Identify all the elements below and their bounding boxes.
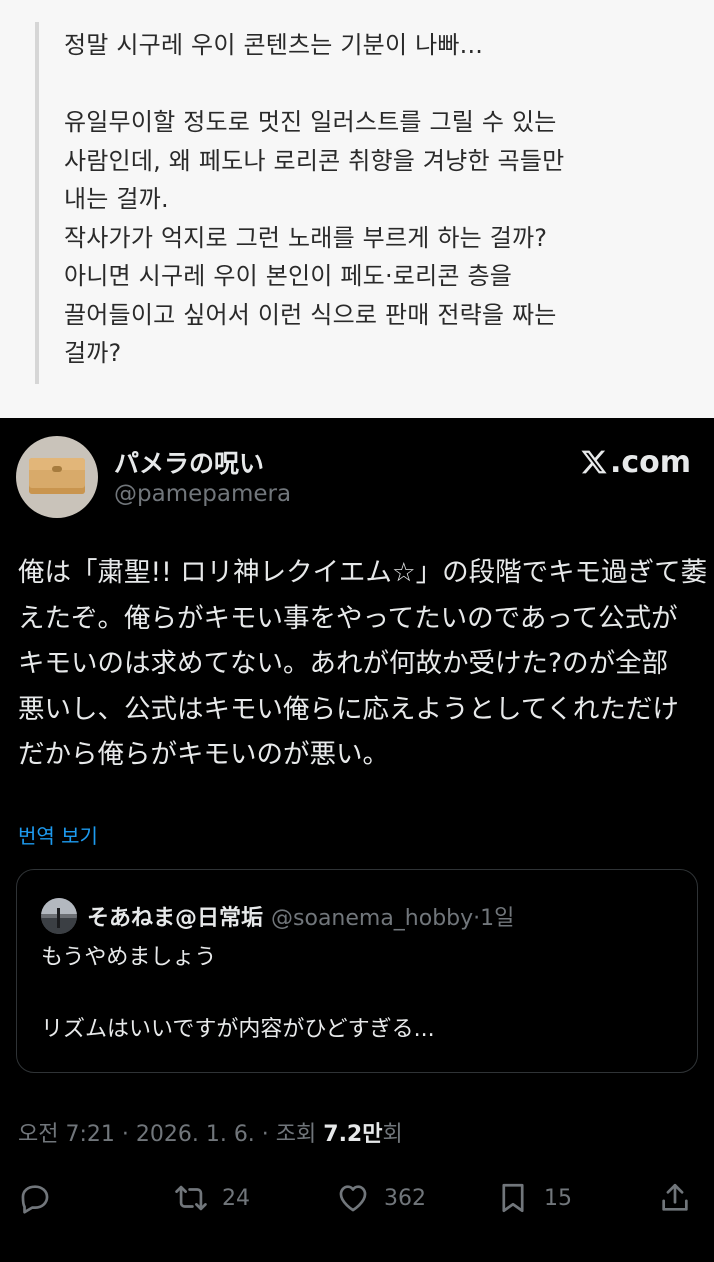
quoted-avatar-post [57, 908, 60, 928]
tweet-card: パメラの呪い @pamepamera .com 俺は「粛聖!! ロリ神レクイエム… [0, 418, 714, 1262]
quote-line: 아니면 시구레 우이 본인이 페도·로리콘 층을 [64, 262, 513, 290]
reply-icon [21, 1185, 49, 1214]
quoted-meta: @soanema_hobby·1일 [271, 906, 515, 931]
view-count: 7.2만 [323, 1122, 383, 1147]
retweet-button[interactable]: 24 [174, 1173, 250, 1223]
tweet-line: 悪いし、公式はキモい俺らに応えようとしてくれただけ [18, 693, 679, 725]
quoted-header: そあねま@日常垢 @soanema_hobby·1일 [87, 900, 514, 932]
x-logo-text: .com [610, 444, 692, 480]
bookmark-icon [502, 1183, 524, 1213]
translate-link[interactable]: 번역 보기 [18, 820, 98, 849]
user-handle[interactable]: @pamepamera [114, 481, 291, 507]
quote-line: 유일무이할 정도로 멋진 일러스트를 그릴 수 있는 [64, 108, 557, 136]
share-button[interactable] [658, 1173, 692, 1223]
quoted-line: リズムはいいですが内容がひどすぎる... [41, 1017, 435, 1042]
quoted-display-name[interactable]: そあねま@日常垢 [87, 900, 263, 932]
avatar[interactable] [16, 436, 98, 518]
retweet-icon [175, 1185, 207, 1211]
timestamp: 오전 7:21 · 2026. 1. 6. · 조회 7.2만회 [18, 1116, 403, 1148]
quote-line: 끌어들이고 싶어서 이런 식으로 판매 전략을 짜는 [64, 300, 557, 329]
quoted-gap [41, 976, 681, 1012]
bookmark-button[interactable]: 15 [496, 1173, 572, 1223]
x-com-logo: .com [580, 442, 691, 482]
reply-button[interactable] [18, 1173, 52, 1223]
quote-line: 내는 걸까. [64, 185, 169, 213]
quoted-text: もうやめましょう リズムはいいですが内容がひどすぎる... [41, 940, 681, 1048]
tweet-line: 俺は「粛聖!! ロリ神レクイエム☆」の段階でキモ過ぎて萎 [18, 557, 708, 588]
quote-gap [64, 65, 704, 104]
quote-line: 걸까? [64, 339, 122, 367]
quote-line: 정말 시구레 우이 콘텐츠는 기분이 나빠... [64, 31, 484, 59]
like-count: 362 [384, 1185, 426, 1211]
like-button[interactable]: 362 [336, 1173, 426, 1223]
quote-line: 작사가가 억지로 그런 노래를 부르게 하는 걸까? [64, 223, 548, 252]
quote-line: 사람인데, 왜 페도나 로리콘 취향을 겨냥한 곡들만 [64, 146, 565, 175]
quote-text: 정말 시구레 우이 콘텐츠는 기분이 나빠... 유일무이할 정도로 멋진 일러… [64, 26, 704, 373]
view-suffix: 회 [382, 1122, 403, 1147]
tweet-line: キモいのは求めてない。あれが何故か受けた?のが全部 [18, 648, 669, 679]
timestamp-text: 오전 7:21 · 2026. 1. 6. · 조회 [18, 1122, 324, 1147]
action-bar: 24 362 15 [0, 1173, 714, 1223]
wallet-button-detail [52, 466, 62, 472]
tweet-line: だから俺らがキモいのが悪い。 [18, 739, 389, 770]
share-icon [662, 1183, 688, 1211]
heart-icon [339, 1185, 367, 1212]
quoted-tweet[interactable]: そあねま@日常垢 @soanema_hobby·1일 もうやめましょう リズムは… [16, 869, 698, 1073]
retweet-count: 24 [222, 1185, 250, 1211]
x-logo-icon [581, 450, 607, 474]
quoted-line: もうやめましょう [41, 945, 217, 970]
quote-bar [35, 22, 39, 384]
tweet-body: 俺は「粛聖!! ロリ神レクイエム☆」の段階でキモ過ぎて萎 えたぞ。俺らがキモい事… [18, 550, 708, 778]
display-name[interactable]: パメラの呪い [114, 444, 264, 480]
tweet-line: えたぞ。俺らがキモい事をやってたいのであって公式が [18, 602, 678, 634]
quoted-avatar[interactable] [41, 898, 77, 934]
bookmark-count: 15 [544, 1185, 572, 1211]
quote-block: 정말 시구레 우이 콘텐츠는 기분이 나빠... 유일무이할 정도로 멋진 일러… [0, 0, 714, 418]
